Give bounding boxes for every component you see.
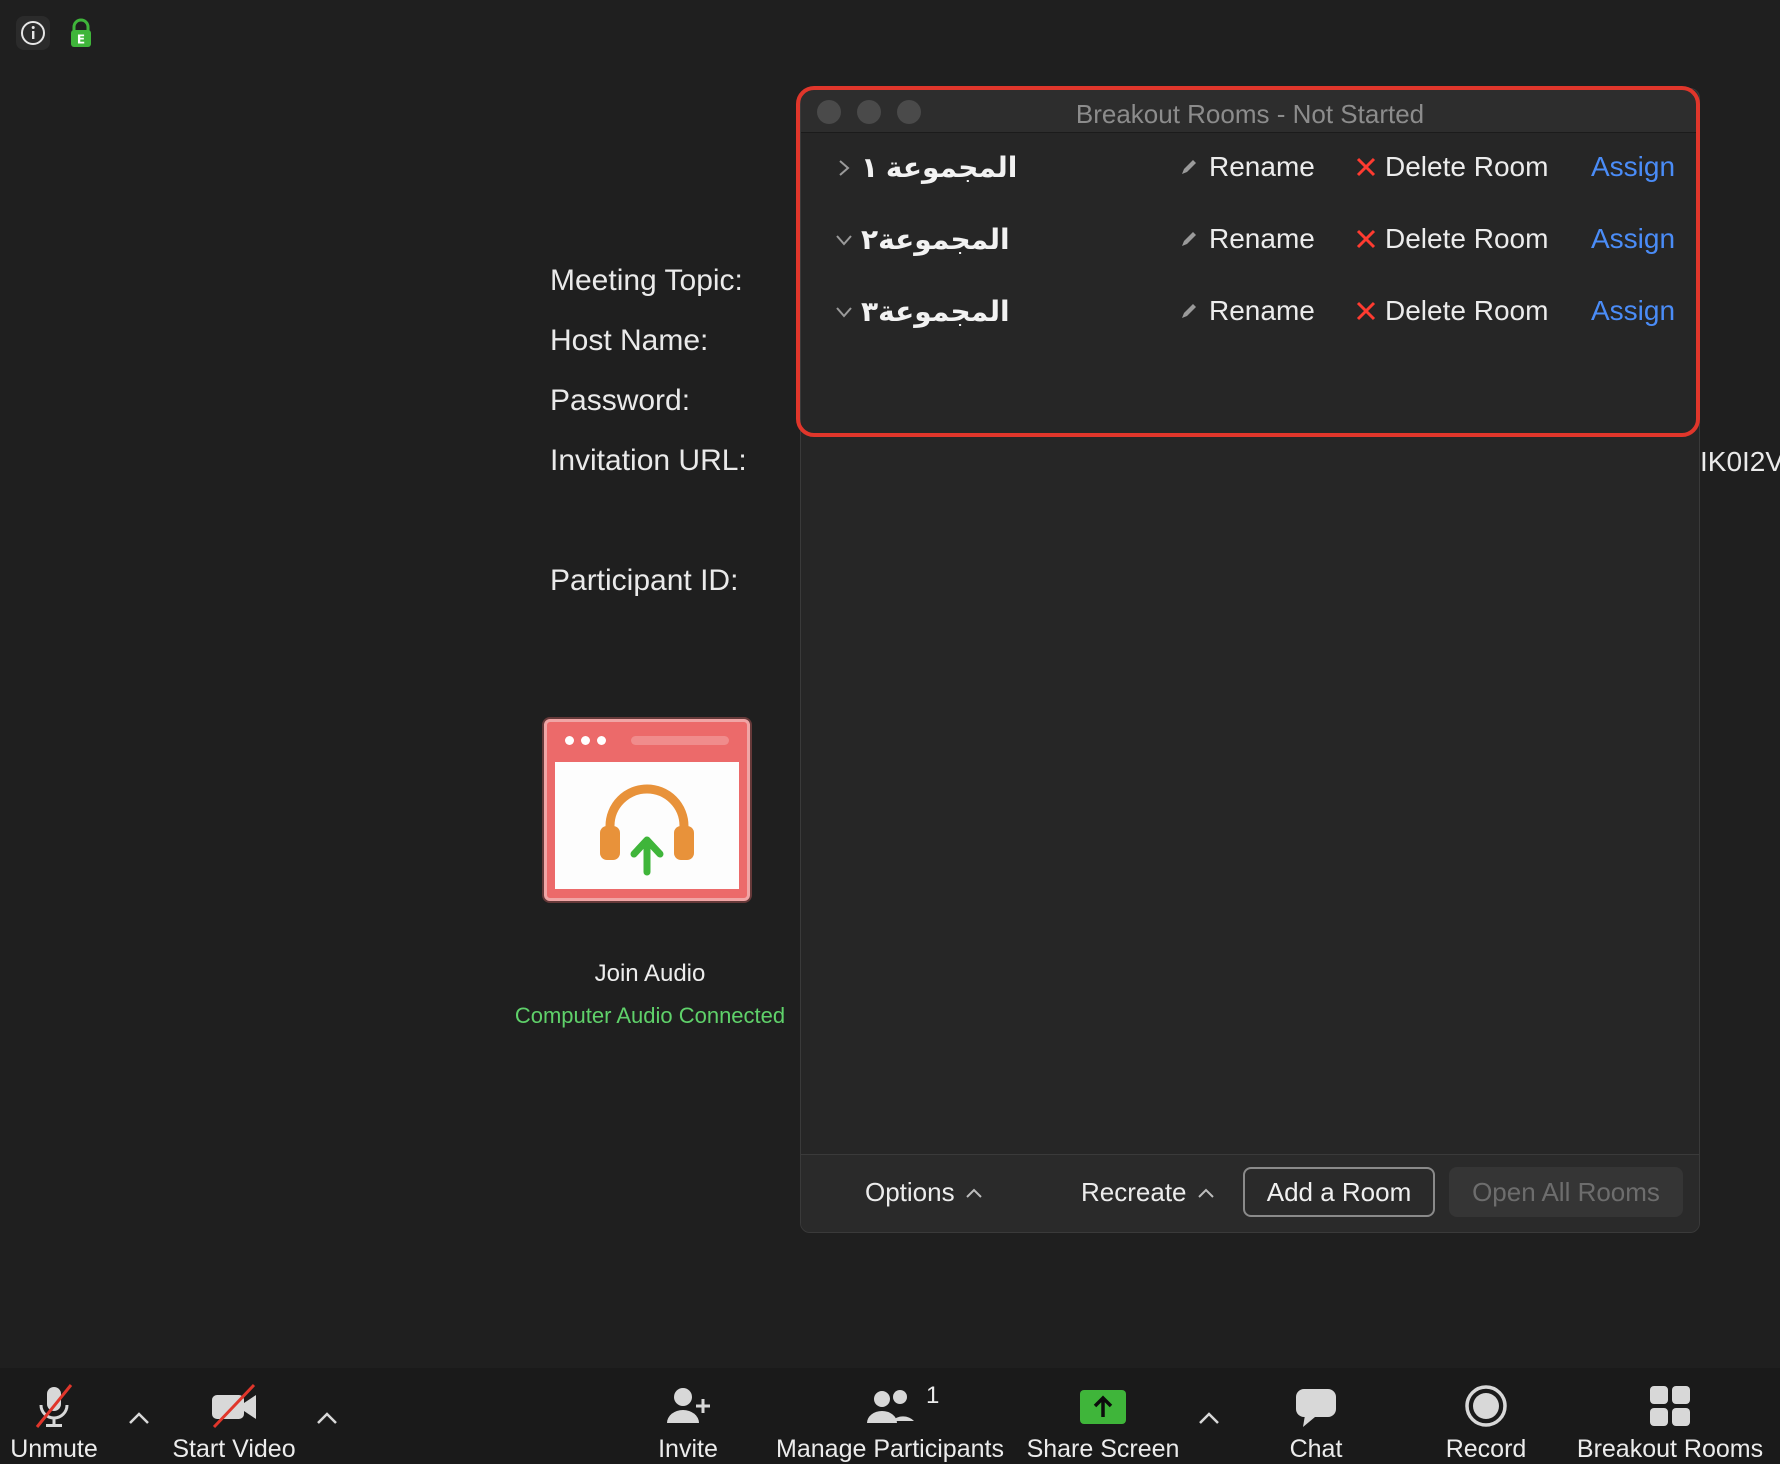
add-room-button[interactable]: Add a Room	[1243, 1167, 1435, 1217]
chat-button[interactable]: Chat	[1276, 1368, 1356, 1464]
room-row: المجموعة٢ Rename Delete Room Assign	[801, 215, 1699, 271]
breakout-rooms-grid-icon	[1645, 1378, 1695, 1433]
unmute-label: Unmute	[10, 1435, 98, 1463]
chevron-up-icon	[965, 1188, 982, 1198]
recreate-dropdown[interactable]: Recreate	[1081, 1177, 1215, 1208]
info-icon[interactable]	[16, 16, 50, 50]
host-name-label: Host Name:	[550, 324, 709, 357]
participants-icon: 1	[862, 1378, 939, 1433]
chevron-up-icon	[1197, 1188, 1214, 1198]
assign-link[interactable]: Assign	[1591, 151, 1675, 183]
svg-text:E: E	[77, 33, 85, 47]
chat-label: Chat	[1289, 1435, 1343, 1463]
room-name: المجموعة٢	[861, 224, 1010, 255]
share-screen-icon	[1077, 1378, 1129, 1433]
delete-room-label: Delete Room	[1385, 295, 1549, 326]
password-label: Password:	[550, 384, 691, 417]
audio-status-text: Computer Audio Connected	[514, 1003, 786, 1028]
invitation-url-label: Invitation URL:	[550, 444, 747, 477]
rename-room-button[interactable]: Rename	[1179, 223, 1315, 255]
room-name: المجموعة٣	[861, 296, 1010, 327]
invitation-url-value[interactable]: IK0I2V	[1700, 446, 1780, 478]
close-x-icon	[1356, 229, 1376, 249]
share-options-chevron-icon[interactable]	[1194, 1406, 1224, 1430]
breakout-footer: Options Recreate Add a Room Open All Roo…	[801, 1154, 1699, 1232]
invite-label: Invite	[658, 1435, 718, 1463]
breakout-rooms-window: Breakout Rooms - Not Started المجموعة ١ …	[800, 88, 1700, 1233]
participant-count-badge: 1	[926, 1382, 940, 1409]
rename-label: Rename	[1209, 151, 1315, 182]
participant-id-label: Participant ID:	[550, 564, 739, 597]
room-name: المجموعة ١	[861, 152, 1018, 183]
rename-room-button[interactable]: Rename	[1179, 151, 1315, 183]
rename-room-button[interactable]: Rename	[1179, 295, 1315, 327]
delete-room-label: Delete Room	[1385, 151, 1549, 182]
rename-label: Rename	[1209, 223, 1315, 254]
room-row: المجموعة ١ Rename Delete Room Assign	[801, 143, 1699, 199]
rename-label: Rename	[1209, 295, 1315, 326]
video-camera-off-icon	[208, 1378, 260, 1433]
video-options-chevron-icon[interactable]	[312, 1406, 342, 1430]
manage-participants-label: Manage Participants	[776, 1435, 1004, 1463]
audio-options-chevron-icon[interactable]	[124, 1406, 154, 1430]
share-screen-button[interactable]: Share Screen	[1027, 1368, 1179, 1464]
recreate-label: Recreate	[1081, 1177, 1187, 1207]
tile-window-bar	[547, 722, 747, 758]
headphones-upload-icon	[555, 762, 739, 889]
meeting-topic-label: Meeting Topic:	[550, 264, 743, 297]
delete-room-label: Delete Room	[1385, 223, 1549, 254]
record-icon	[1461, 1378, 1511, 1433]
options-dropdown[interactable]: Options	[865, 1177, 983, 1208]
window-titlebar[interactable]: Breakout Rooms - Not Started	[801, 89, 1699, 133]
manage-participants-button[interactable]: 1 Manage Participants	[776, 1368, 1004, 1464]
record-label: Record	[1445, 1435, 1527, 1463]
record-button[interactable]: Record	[1436, 1368, 1536, 1464]
chevron-down-icon[interactable]	[833, 229, 855, 251]
microphone-muted-icon	[29, 1378, 79, 1433]
delete-room-button[interactable]: Delete Room	[1355, 295, 1548, 327]
share-screen-label: Share Screen	[1026, 1435, 1180, 1463]
delete-room-button[interactable]: Delete Room	[1355, 151, 1548, 183]
chat-bubble-icon	[1291, 1378, 1341, 1433]
chevron-right-icon[interactable]	[833, 157, 855, 179]
join-audio-button[interactable]	[544, 719, 750, 901]
invite-button[interactable]: Invite	[648, 1368, 728, 1464]
window-title: Breakout Rooms - Not Started	[1075, 99, 1425, 129]
add-person-icon	[663, 1378, 713, 1433]
unmute-button[interactable]: Unmute	[8, 1368, 100, 1464]
close-x-icon	[1356, 301, 1376, 321]
meeting-toolbar: Unmute Start Video Invite 1 Manage Parti…	[0, 1368, 1780, 1464]
room-row: المجموعة٣ Rename Delete Room Assign	[801, 287, 1699, 343]
open-all-rooms-button[interactable]: Open All Rooms	[1449, 1167, 1683, 1217]
pencil-icon	[1182, 160, 1196, 174]
join-audio-label[interactable]: Join Audio	[500, 960, 800, 988]
breakout-rooms-label: Breakout Rooms	[1576, 1435, 1764, 1463]
encryption-lock-icon[interactable]: E	[64, 16, 98, 50]
delete-room-button[interactable]: Delete Room	[1355, 223, 1548, 255]
start-video-button[interactable]: Start Video	[170, 1368, 298, 1464]
start-video-label: Start Video	[172, 1435, 296, 1463]
breakout-rooms-button[interactable]: Breakout Rooms	[1574, 1368, 1766, 1464]
status-icons: E	[16, 16, 98, 50]
close-x-icon	[1356, 157, 1376, 177]
pencil-icon	[1182, 232, 1196, 246]
assign-link[interactable]: Assign	[1591, 295, 1675, 327]
pencil-icon	[1182, 304, 1196, 318]
assign-link[interactable]: Assign	[1591, 223, 1675, 255]
chevron-down-icon[interactable]	[833, 301, 855, 323]
options-label: Options	[865, 1177, 955, 1207]
